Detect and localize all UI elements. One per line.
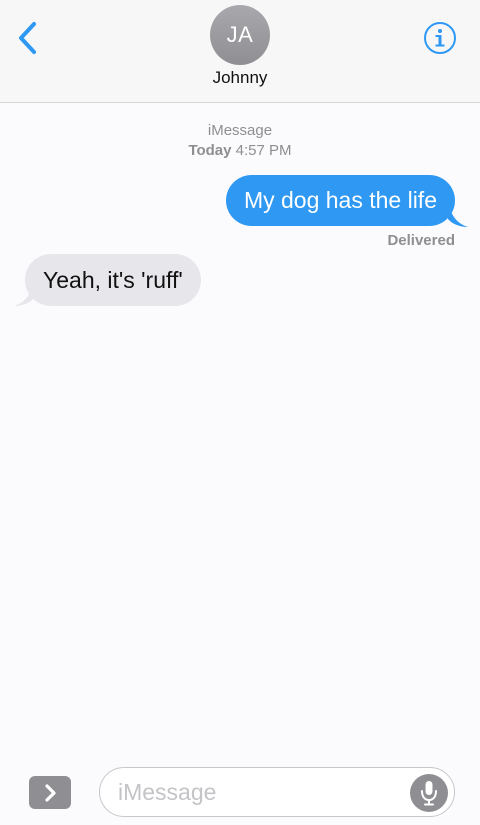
navigation-bar: JA Johnny bbox=[0, 0, 480, 103]
back-button[interactable] bbox=[14, 20, 44, 56]
message-text: My dog has the life bbox=[243, 187, 437, 213]
avatar[interactable]: JA bbox=[210, 5, 270, 65]
avatar-initials: JA bbox=[226, 22, 254, 47]
timestamp-time: 4:57 PM bbox=[235, 142, 292, 159]
contact-name[interactable]: Johnny bbox=[0, 68, 480, 88]
chevron-left-icon bbox=[19, 22, 36, 54]
message-input[interactable] bbox=[99, 767, 455, 817]
message-timestamp: Today 4:57 PM bbox=[0, 142, 480, 159]
app-drawer-button[interactable] bbox=[29, 776, 71, 809]
microphone-icon bbox=[421, 781, 437, 806]
message-text: Yeah, it's 'ruff' bbox=[43, 267, 183, 293]
delivery-status: Delivered bbox=[387, 232, 455, 249]
chevron-right-icon bbox=[45, 783, 56, 802]
service-label: iMessage bbox=[207, 122, 273, 139]
incoming-message-bubble[interactable]: Yeah, it's 'ruff' bbox=[25, 254, 201, 306]
info-circle-icon bbox=[424, 22, 456, 54]
info-button[interactable] bbox=[423, 21, 457, 55]
dictation-button[interactable] bbox=[410, 774, 448, 812]
outgoing-message-bubble[interactable]: My dog has the life bbox=[225, 175, 455, 226]
timestamp-day: Today bbox=[188, 142, 232, 159]
